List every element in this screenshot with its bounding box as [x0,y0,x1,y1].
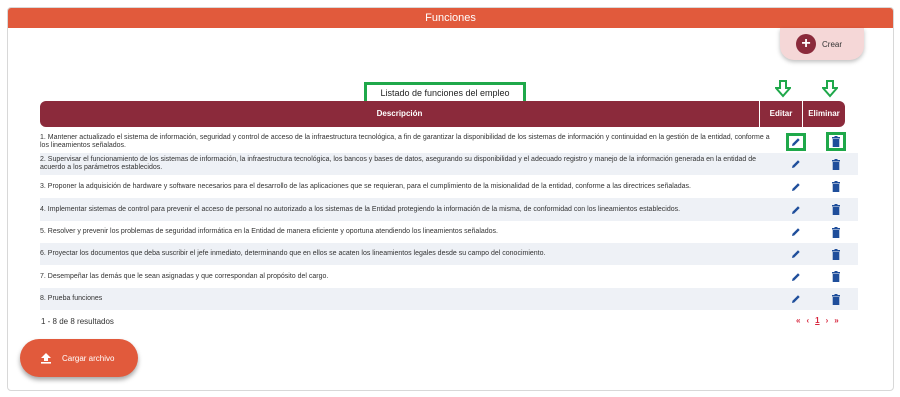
panel-title: Funciones [8,8,893,28]
table-row: 5. Resolver y prevenir los problemas de … [40,221,858,243]
row-description: 3. Proponer la adquisición de hardware y… [40,182,691,190]
pencil-icon [792,182,800,191]
create-button[interactable]: + Crear [780,28,864,60]
prev-page-button[interactable]: ‹ [806,316,809,325]
table-row: 2. Supervisar el funcionamiento de los s… [40,153,858,175]
delete-button[interactable] [816,181,856,192]
table-row: 3. Proponer la adquisición de hardware y… [40,175,858,198]
pencil-icon [792,295,800,303]
edit-button[interactable] [786,132,806,151]
pencil-icon [792,205,800,214]
results-count: 1 - 8 de 8 resultados [41,317,114,326]
edit-button[interactable] [776,227,816,237]
trash-icon [832,181,840,192]
edit-button[interactable] [776,205,816,215]
row-description: 2. Supervisar el funcionamiento de los s… [40,156,756,171]
table-header: Descripción Editar Eliminar [40,101,845,127]
upload-button-label: Cargar archivo [62,353,115,363]
table-row: 1. Mantener actualizado el sistema de in… [40,130,858,153]
next-page-button[interactable]: › [826,316,829,325]
plus-circle-icon: + [796,34,816,54]
row-description: 8. Prueba funciones [40,295,103,302]
row-description: 1. Mantener actualizado el sistema de in… [40,133,770,149]
edit-button[interactable] [776,182,816,192]
delete-button[interactable] [826,132,846,151]
edit-button[interactable] [776,249,816,259]
row-description: 4. Implementar sistemas de control para … [40,205,681,213]
upload-file-button[interactable]: Cargar archivo [20,339,138,377]
trash-icon [832,204,840,215]
trash-icon [832,158,840,170]
delete-button[interactable] [816,271,856,282]
pagination: « ‹ 1 › » [796,316,839,325]
column-header-description[interactable]: Descripción [40,101,759,127]
column-header-delete[interactable]: Eliminar [803,101,845,127]
arrow-down-icon [822,80,838,98]
table-row: 6. Proyectar los documentos que deba sus… [40,243,858,265]
table-row: 8. Prueba funciones [40,288,858,310]
row-description: 5. Resolver y prevenir los problemas de … [40,228,498,235]
first-page-button[interactable]: « [796,316,800,325]
trash-icon [832,293,840,305]
edit-button[interactable] [776,159,816,169]
delete-button[interactable] [816,204,856,215]
delete-button[interactable] [816,293,856,305]
delete-button[interactable] [816,226,856,238]
edit-button[interactable] [776,294,816,304]
pencil-icon [792,137,800,146]
edit-button[interactable] [776,272,816,282]
column-header-edit[interactable]: Editar [760,101,802,127]
pencil-icon [792,272,800,281]
arrow-down-icon [775,80,791,98]
pencil-icon [792,160,800,168]
create-button-label: Crear [822,39,843,49]
trash-icon [832,226,840,238]
trash-icon [832,248,840,260]
trash-icon [832,271,840,282]
pencil-icon [792,228,800,236]
table-row: 4. Implementar sistemas de control para … [40,198,858,221]
trash-icon [832,136,840,147]
current-page[interactable]: 1 [815,316,819,325]
pencil-icon [792,250,800,258]
row-description: 7. Desempeñar las demás que le sean asig… [40,272,329,280]
functions-table-body: 1. Mantener actualizado el sistema de in… [40,130,860,310]
table-row: 7. Desempeñar las demás que le sean asig… [40,265,858,288]
row-description: 6. Proyectar los documentos que deba sus… [40,250,546,257]
delete-button[interactable] [816,158,856,170]
delete-button[interactable] [816,248,856,260]
upload-icon [41,353,51,364]
last-page-button[interactable]: » [834,316,838,325]
